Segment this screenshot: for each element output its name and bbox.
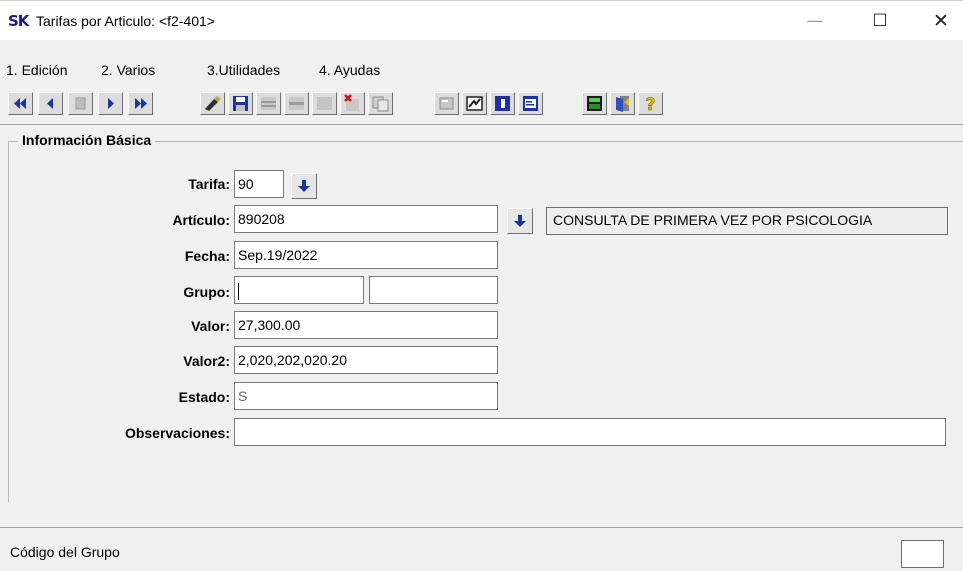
tarifa-field[interactable]: 90 [234,170,284,198]
status-bar: Código del Grupo [0,528,963,571]
help-icon: ? [645,95,656,114]
print-icon [439,97,454,110]
book-button[interactable] [490,92,515,115]
next-record-icon [108,98,114,109]
previous-record-button[interactable] [38,92,63,115]
svg-text:?: ? [646,95,656,114]
book-icon [495,96,510,111]
minimize-button[interactable]: — [793,7,837,35]
first-record-button[interactable] [8,92,33,115]
report-button[interactable] [462,92,487,115]
edit-icon [205,96,221,111]
maximize-button[interactable]: ☐ [858,7,902,35]
first-record-icon [14,98,26,109]
delete-row-button[interactable] [284,92,309,115]
previous-record-icon [47,98,53,109]
window-title: Tarifas por Articulo: <f2-401> [36,13,215,29]
valor-field[interactable]: 27,300.00 [234,311,498,339]
observaciones-field[interactable] [234,418,946,446]
estado-field[interactable]: S [234,382,498,410]
arrow-down-icon [514,215,526,227]
stop-icon [75,97,86,110]
edit-button[interactable] [200,92,225,115]
blank-button[interactable] [312,92,337,115]
articulo-description: CONSULTA DE PRIMERA VEZ POR PSICOLOGIA [546,207,948,235]
arrow-down-icon [298,180,310,192]
delete-row-icon [289,97,304,110]
tarifa-label: Tarifa: [188,176,230,192]
insert-row-icon [261,97,276,110]
form-button[interactable] [518,92,543,115]
toolbar-separator [0,124,963,125]
articulo-lookup-button[interactable] [507,208,533,234]
menu-utilidades[interactable]: 3.Utilidades [207,62,280,78]
tarifa-lookup-button[interactable] [291,173,317,199]
copy-button[interactable] [368,92,393,115]
copy-icon [372,96,389,112]
grupo-label: Grupo: [183,284,230,300]
estado-label: Estado: [178,389,230,405]
exit-door-icon [616,96,629,112]
menu-ayudas[interactable]: 4. Ayudas [319,62,380,78]
group-title: Información Básica [18,132,156,148]
help-button[interactable]: ? [638,92,663,115]
save-button[interactable] [228,92,253,115]
blank-icon [317,97,332,110]
print-button[interactable] [434,92,459,115]
exit-button[interactable] [610,92,635,115]
menu-bar: 1. Edición 2. Varios 3.Utilidades 4. Ayu… [0,58,963,82]
report-icon [466,96,483,111]
fecha-field[interactable]: Sep.19/2022 [234,241,498,269]
valor2-label: Valor2: [183,353,230,369]
valor-label: Valor: [191,318,230,334]
menu-edicion[interactable]: 1. Edición [6,62,67,78]
cancel-button[interactable] [340,92,365,115]
articulo-field[interactable]: 890208 [234,205,498,233]
fecha-label: Fecha: [184,248,230,264]
articulo-label: Artículo: [172,212,230,228]
last-record-button[interactable] [128,92,153,115]
calculator-icon [587,96,602,111]
app-logo-icon: SK [8,12,29,30]
status-panel [901,540,944,568]
toolbar: ? [8,90,828,118]
next-record-button[interactable] [98,92,123,115]
observaciones-label: Observaciones: [124,425,230,441]
status-text: Código del Grupo [10,544,120,560]
close-button[interactable]: ✕ [919,7,963,35]
save-icon [233,96,248,111]
grupo-code-field[interactable] [234,276,364,304]
stop-button[interactable] [68,92,93,115]
insert-row-button[interactable] [256,92,281,115]
calculator-button[interactable] [582,92,607,115]
last-record-icon [135,98,147,109]
title-bar: SK Tarifas por Articulo: <f2-401> — ☐ ✕ [0,0,963,40]
grupo-name-field[interactable] [369,276,498,304]
form-icon [523,96,538,111]
valor2-field[interactable]: 2,020,202,020.20 [234,346,498,374]
cancel-icon [344,94,359,111]
menu-varios[interactable]: 2. Varios [101,62,155,78]
